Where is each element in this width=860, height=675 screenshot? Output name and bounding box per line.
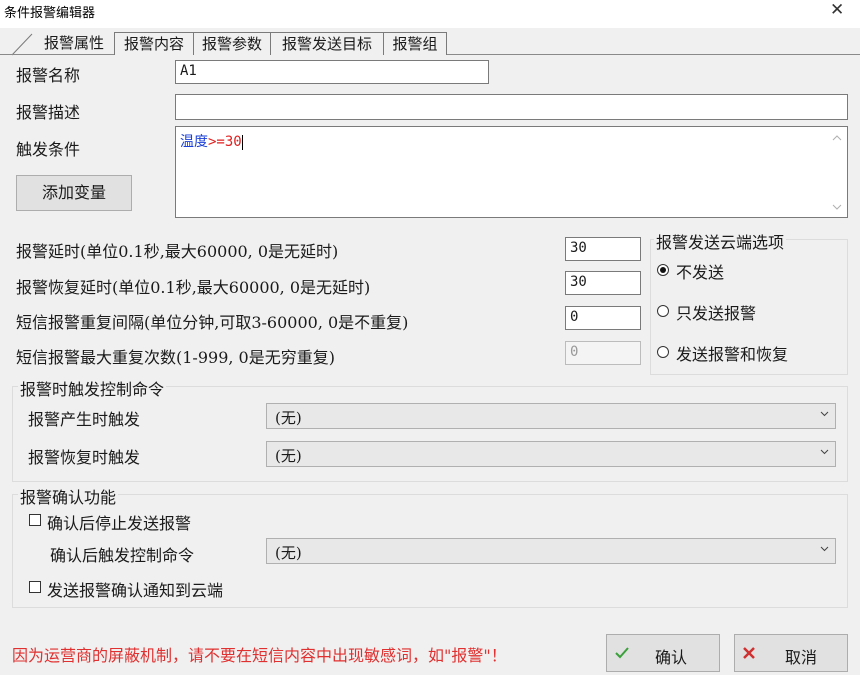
tab-alarm-params[interactable]: 报警参数 (193, 32, 271, 55)
tab-alarm-targets[interactable]: 报警发送目标 (270, 32, 384, 55)
trigger-number: 30 (224, 134, 242, 150)
sms-warning-text: 因为运营商的屏蔽机制，请不要在短信内容中出现敏感词，如"报警"！ (12, 646, 507, 665)
notify-cloud-checkbox[interactable] (29, 581, 41, 593)
close-icon[interactable]: ✕ (830, 0, 844, 20)
scroll-up-icon[interactable] (832, 134, 842, 142)
ok-button-label: 确认 (655, 648, 688, 667)
alarm-name-input[interactable]: A1 (175, 60, 489, 84)
alarm-desc-label: 报警描述 (16, 103, 81, 122)
tab-alarm-attributes[interactable]: 报警属性 (34, 32, 114, 54)
trigger-condition-editor[interactable]: 温度>=30 (175, 126, 848, 218)
cancel-button-label: 取消 (785, 648, 818, 667)
on-recover-trigger-label: 报警恢复时触发 (28, 448, 141, 467)
radio-alarm-and-recover[interactable] (657, 346, 669, 358)
cancel-button[interactable]: 取消 (734, 634, 848, 672)
confirm-command-value: (无) (275, 544, 302, 562)
confirm-command-select[interactable]: (无) (266, 538, 836, 564)
radio-no-send-label[interactable]: 不发送 (676, 259, 724, 283)
cloud-options-title: 报警发送云端选项 (654, 229, 787, 253)
recover-delay-input[interactable]: 30 (565, 271, 641, 295)
on-alarm-command-value: (无) (275, 409, 302, 427)
confirm-group-title: 报警确认功能 (18, 484, 119, 508)
chevron-down-icon (820, 411, 829, 417)
sms-max-repeat-label: 短信报警最大重复次数(1-999, 0是无穷重复) (16, 348, 335, 367)
on-recover-command-select[interactable]: (无) (266, 441, 836, 467)
ok-button[interactable]: 确认 (606, 634, 720, 672)
on-alarm-command-select[interactable]: (无) (266, 403, 836, 429)
sms-interval-input[interactable]: 0 (565, 306, 641, 330)
tab-alarm-content[interactable]: 报警内容 (114, 32, 194, 55)
on-alarm-trigger-label: 报警产生时触发 (28, 410, 141, 429)
trigger-operator: >= (208, 134, 225, 150)
tab-alarm-group[interactable]: 报警组 (383, 32, 447, 55)
stop-after-confirm-label[interactable]: 确认后停止发送报警 (47, 510, 191, 534)
window-title: 条件报警编辑器 (4, 6, 96, 21)
trigger-variable: 温度 (180, 134, 208, 150)
scroll-down-icon[interactable] (832, 203, 842, 211)
cross-icon (743, 647, 755, 659)
alarm-name-label: 报警名称 (16, 66, 81, 85)
alarm-delay-input[interactable]: 30 (565, 237, 641, 261)
trigger-condition-label: 触发条件 (16, 140, 81, 159)
check-icon (615, 647, 629, 659)
stop-after-confirm-checkbox[interactable] (29, 514, 41, 526)
sms-interval-label: 短信报警重复间隔(单位分钟,可取3-60000, 0是不重复) (16, 313, 409, 332)
sms-max-repeat-input[interactable]: 0 (565, 341, 641, 365)
alarm-desc-input[interactable] (175, 94, 848, 120)
chevron-down-icon (820, 546, 829, 552)
radio-alarm-only[interactable] (657, 305, 669, 317)
recover-delay-label: 报警恢复延时(单位0.1秒,最大60000, 0是无延时) (16, 278, 371, 297)
control-commands-title: 报警时触发控制命令 (18, 376, 167, 400)
active-tab-slant (11, 33, 33, 56)
on-recover-command-value: (无) (275, 447, 302, 465)
alarm-delay-label: 报警延时(单位0.1秒,最大60000, 0是无延时) (16, 242, 339, 261)
add-variable-button[interactable]: 添加变量 (16, 175, 132, 211)
radio-no-send[interactable] (657, 264, 669, 276)
radio-alarm-only-label[interactable]: 只发送报警 (676, 300, 756, 324)
text-caret (241, 134, 243, 150)
notify-cloud-label[interactable]: 发送报警确认通知到云端 (47, 577, 223, 601)
radio-alarm-and-recover-label[interactable]: 发送报警和恢复 (676, 341, 788, 365)
chevron-down-icon (820, 449, 829, 455)
title-bar (0, 0, 860, 28)
confirm-command-label: 确认后触发控制命令 (50, 546, 195, 565)
